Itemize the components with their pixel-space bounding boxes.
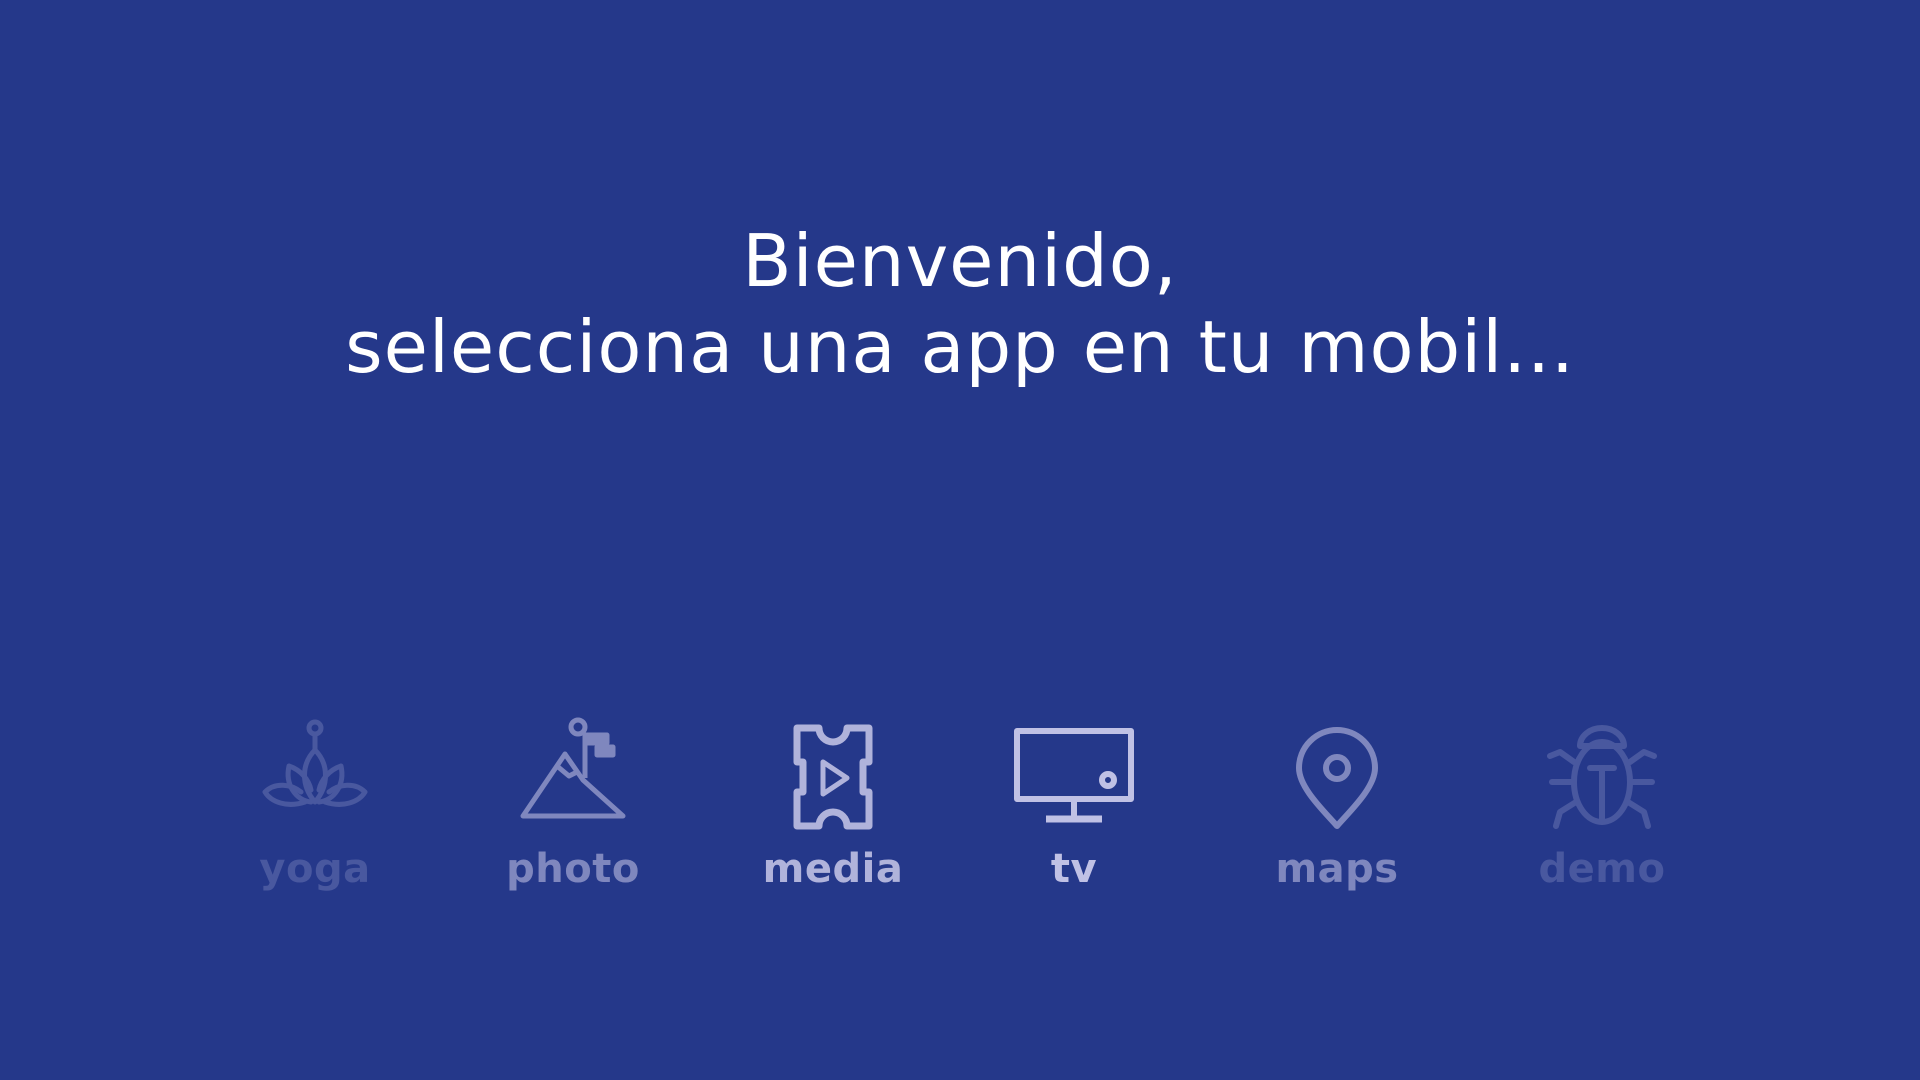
app-label-demo: demo xyxy=(1538,846,1666,892)
film-ticket-play-icon xyxy=(773,716,893,836)
app-label-photo: photo xyxy=(506,846,640,892)
app-label-maps: maps xyxy=(1275,846,1399,892)
app-item-photo[interactable]: photo xyxy=(453,716,693,892)
bug-icon xyxy=(1542,716,1662,836)
app-item-demo[interactable]: demo xyxy=(1482,716,1722,892)
app-label-yoga: yoga xyxy=(259,846,371,892)
tv-monitor-icon xyxy=(1014,716,1134,836)
app-label-media: media xyxy=(762,846,904,892)
welcome-subtitle: selecciona una app en tu mobil... xyxy=(345,305,1575,389)
app-item-maps[interactable]: maps xyxy=(1217,716,1457,892)
app-item-yoga[interactable]: yoga xyxy=(195,716,435,892)
app-carousel: yoga photo media tv maps demo xyxy=(0,716,1920,906)
lotus-icon xyxy=(255,716,375,836)
mountain-photo-icon xyxy=(513,716,633,836)
app-item-tv[interactable]: tv xyxy=(954,716,1194,892)
app-label-tv: tv xyxy=(1050,846,1098,892)
app-item-media[interactable]: media xyxy=(713,716,953,892)
welcome-title: Bienvenido, xyxy=(742,219,1178,303)
welcome-message: Bienvenido, selecciona una app en tu mob… xyxy=(0,218,1920,390)
map-pin-icon xyxy=(1277,716,1397,836)
